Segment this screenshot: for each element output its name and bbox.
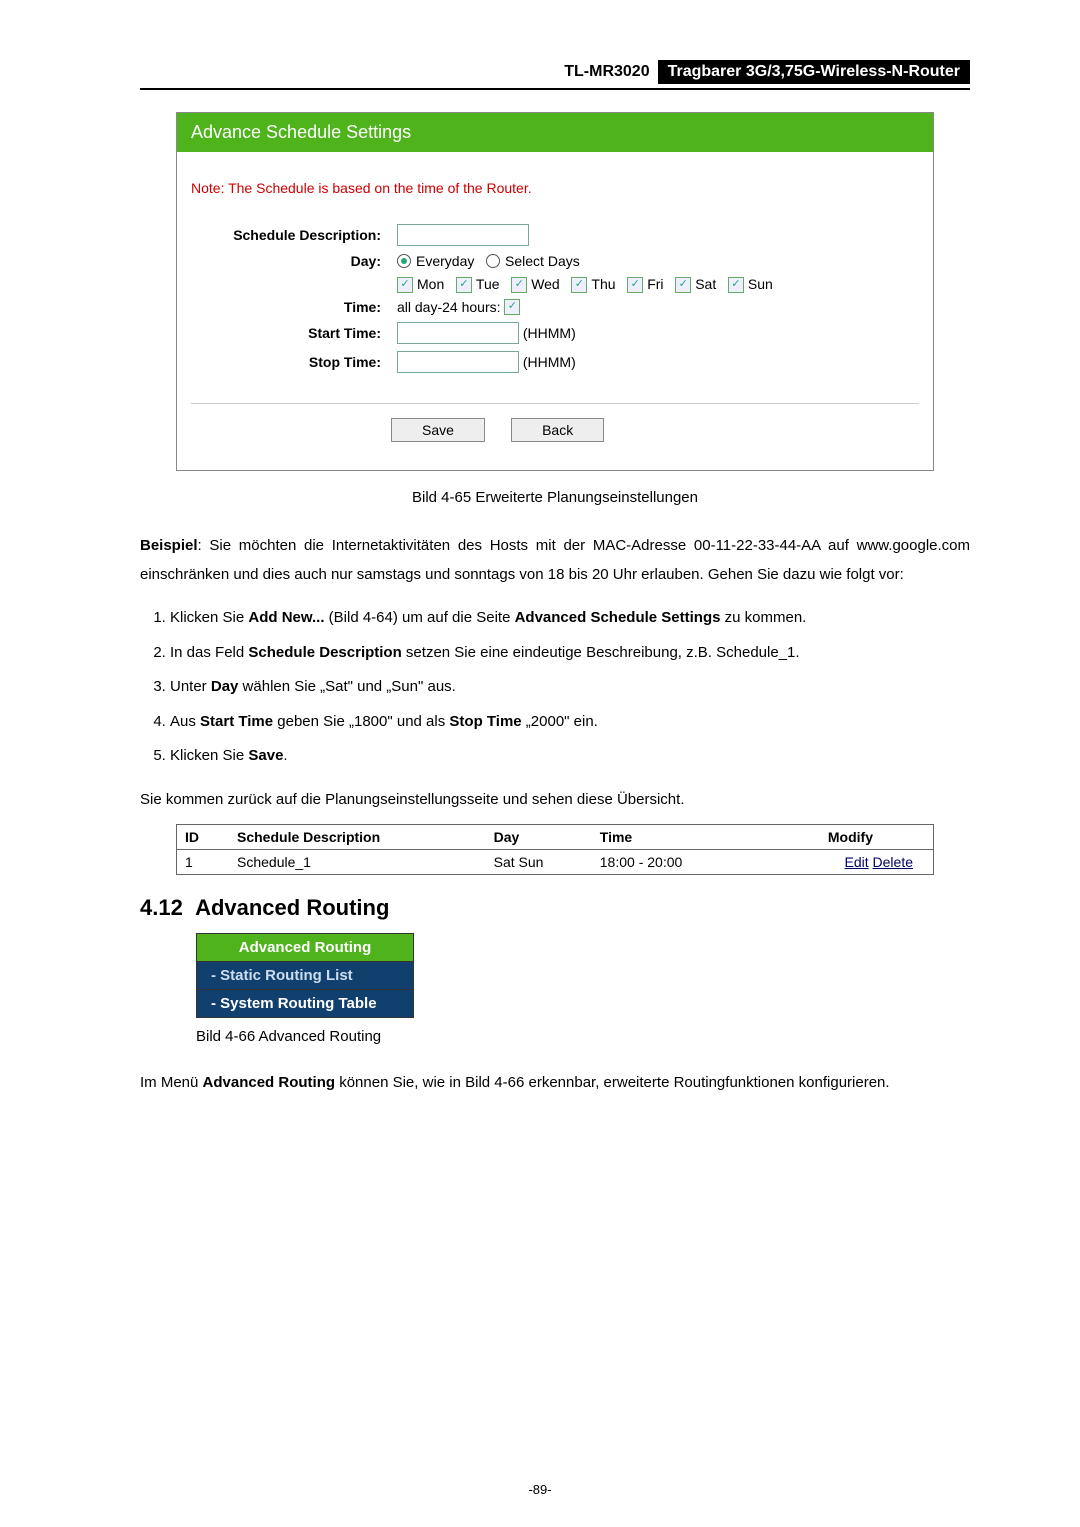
radio-everyday[interactable] xyxy=(397,254,411,268)
label-description: Schedule Description: xyxy=(191,227,397,243)
th-modify: Modify xyxy=(751,825,933,850)
figure-caption-4-66: Bild 4-66 Advanced Routing xyxy=(196,1028,970,1045)
figure-caption-4-65: Bild 4-65 Erweiterte Planungseinstellung… xyxy=(140,489,970,506)
check-mon[interactable] xyxy=(397,277,413,293)
th-desc: Schedule Description xyxy=(229,825,486,850)
check-tue[interactable] xyxy=(456,277,472,293)
allday-label: all day-24 hours: xyxy=(397,299,501,315)
panel-title: Advance Schedule Settings xyxy=(177,113,933,152)
radio-select-days-label: Select Days xyxy=(505,253,580,269)
example-paragraph: Beispiel: Sie möchten die Internetaktivi… xyxy=(140,532,970,589)
table-row: 1 Schedule_1 Sat Sun 18:00 - 20:00 Edit … xyxy=(177,850,933,875)
step-1: Klicken Sie Add New... (Bild 4-64) um au… xyxy=(170,604,970,633)
routing-paragraph: Im Menü Advanced Routing können Sie, wie… xyxy=(140,1069,970,1098)
check-sun[interactable] xyxy=(728,277,744,293)
start-time-hint: (HHMM) xyxy=(523,325,576,341)
menu-head[interactable]: Advanced Routing xyxy=(197,934,413,961)
schedule-note: Note: The Schedule is based on the time … xyxy=(191,180,919,196)
day-checkbox-row: Mon Tue Wed Thu Fri Sat Sun xyxy=(397,276,919,293)
check-thu[interactable] xyxy=(571,277,587,293)
schedule-table: ID Schedule Description Day Time Modify … xyxy=(176,824,934,875)
radio-everyday-label: Everyday xyxy=(416,253,474,269)
check-wed[interactable] xyxy=(511,277,527,293)
th-day: Day xyxy=(486,825,592,850)
check-sat[interactable] xyxy=(675,277,691,293)
menu-item-system-routing[interactable]: - System Routing Table xyxy=(197,989,413,1017)
step-4: Aus Start Time geben Sie „1800" und als … xyxy=(170,708,970,737)
label-time: Time: xyxy=(191,299,397,315)
step-2: In das Feld Schedule Description setzen … xyxy=(170,639,970,668)
back-button[interactable]: Back xyxy=(511,418,604,442)
label-day: Day: xyxy=(191,253,397,269)
step-3: Unter Day wählen Sie „Sat" und „Sun" aus… xyxy=(170,673,970,702)
model-label: TL-MR3020 xyxy=(556,60,657,83)
section-heading: 4.12 Advanced Routing xyxy=(140,895,970,921)
page-number: -89- xyxy=(0,1482,1080,1497)
radio-select-days[interactable] xyxy=(486,254,500,268)
step-5: Klicken Sie Save. xyxy=(170,742,970,771)
check-fri[interactable] xyxy=(627,277,643,293)
menu-item-static-routing[interactable]: - Static Routing List xyxy=(197,961,413,989)
stop-time-input[interactable] xyxy=(397,351,519,373)
check-allday[interactable] xyxy=(504,299,520,315)
after-list-paragraph: Sie kommen zurück auf die Planungseinste… xyxy=(140,786,970,815)
steps-list: Klicken Sie Add New... (Bild 4-64) um au… xyxy=(140,604,970,771)
schedule-settings-panel: Advance Schedule Settings Note: The Sche… xyxy=(176,112,934,471)
th-id: ID xyxy=(177,825,229,850)
th-time: Time xyxy=(592,825,751,850)
delete-link[interactable]: Delete xyxy=(873,854,913,870)
advanced-routing-menu: Advanced Routing - Static Routing List -… xyxy=(196,933,414,1018)
start-time-input[interactable] xyxy=(397,322,519,344)
label-stop-time: Stop Time: xyxy=(191,354,397,370)
label-start-time: Start Time: xyxy=(191,325,397,341)
subtitle-label: Tragbarer 3G/3,75G-Wireless-N-Router xyxy=(658,60,970,84)
stop-time-hint: (HHMM) xyxy=(523,354,576,370)
schedule-description-input[interactable] xyxy=(397,224,529,246)
edit-link[interactable]: Edit xyxy=(845,854,869,870)
doc-header: TL-MR3020Tragbarer 3G/3,75G-Wireless-N-R… xyxy=(140,60,970,90)
save-button[interactable]: Save xyxy=(391,418,485,442)
